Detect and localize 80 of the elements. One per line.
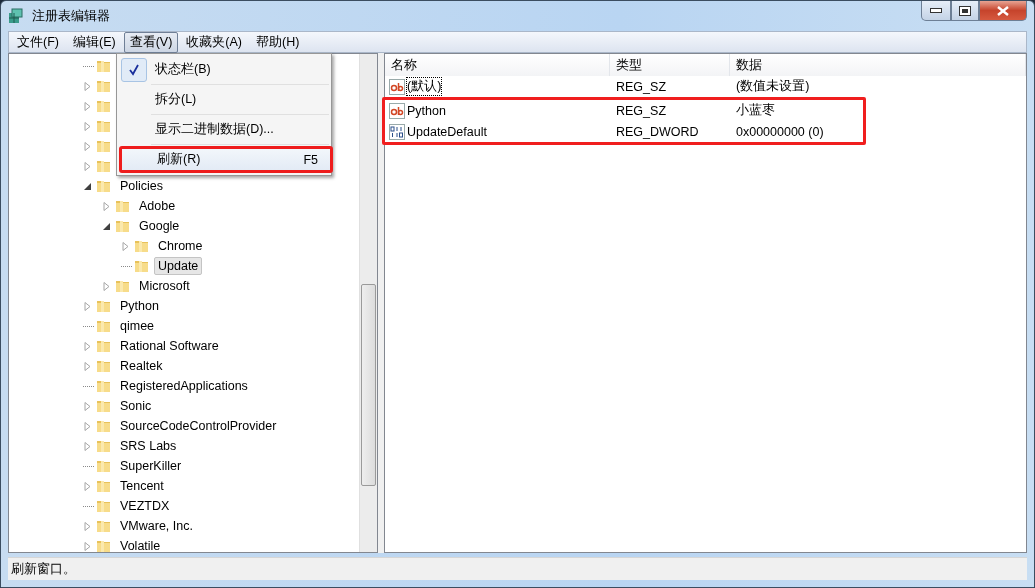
expand-arrow-icon[interactable] (83, 301, 92, 311)
expand-arrow-icon[interactable] (102, 201, 111, 211)
collapse-arrow-icon[interactable] (83, 181, 92, 191)
folder-icon (96, 338, 112, 354)
menu-option[interactable]: 显示二进制数据(D)... (119, 116, 329, 143)
value-type: REG_DWORD (615, 124, 700, 139)
menu-item[interactable]: 文件(F) (11, 31, 65, 53)
expand-arrow-icon[interactable] (83, 421, 92, 431)
folder-icon (96, 478, 112, 494)
value-data: 小蓝枣 (735, 102, 776, 119)
folder-icon (115, 198, 131, 214)
scrollbar[interactable] (359, 54, 377, 552)
expand-arrow-icon[interactable] (83, 161, 92, 171)
column-header[interactable]: 类型 (610, 54, 730, 76)
expand-arrow-icon[interactable] (83, 541, 92, 551)
minimize-icon (930, 7, 942, 14)
minimize-button[interactable] (921, 1, 951, 21)
folder-icon (96, 118, 112, 134)
folder-icon (134, 258, 150, 274)
menu-item[interactable]: 收藏夹(A) (180, 31, 248, 53)
maximize-icon (959, 5, 971, 16)
folder-icon (96, 398, 112, 414)
expand-arrow-icon[interactable] (83, 81, 92, 91)
expand-arrow-icon[interactable] (102, 281, 111, 291)
expand-arrow-icon[interactable] (83, 101, 92, 111)
binary-value-icon (389, 123, 405, 140)
menu-item[interactable]: 查看(V) (123, 31, 179, 53)
menu-item[interactable]: 帮助(H) (250, 31, 306, 53)
close-button[interactable] (979, 1, 1027, 21)
maximize-button[interactable] (951, 1, 979, 21)
menu-option[interactable]: 状态栏(B) (119, 56, 329, 83)
folder-icon (115, 278, 131, 294)
status-text: 刷新窗口。 (11, 560, 76, 578)
value-type: REG_SZ (615, 79, 667, 94)
folder-icon (96, 438, 112, 454)
registry-cubes-icon (8, 7, 26, 25)
folder-icon (96, 318, 112, 334)
expand-arrow-icon[interactable] (83, 341, 92, 351)
menu-option[interactable]: 拆分(L) (119, 86, 329, 113)
close-icon (997, 5, 1009, 16)
folder-icon (96, 538, 112, 552)
expand-arrow-icon[interactable] (83, 361, 92, 371)
expand-arrow-icon[interactable] (83, 521, 92, 531)
folder-icon (96, 498, 112, 514)
window-title: 注册表编辑器 (32, 7, 110, 25)
menu-option[interactable]: 刷新(R) F5 (119, 146, 333, 173)
string-value-icon (389, 78, 405, 95)
folder-icon (96, 178, 112, 194)
value-name[interactable]: Python (407, 103, 446, 118)
folder-icon (96, 78, 112, 94)
column-header[interactable]: 数据 (730, 54, 1026, 76)
expand-arrow-icon[interactable] (121, 241, 130, 251)
value-name[interactable]: UpdateDefault (407, 124, 487, 139)
expand-arrow-icon[interactable] (83, 141, 92, 151)
value-type: REG_SZ (615, 103, 667, 118)
folder-icon (96, 298, 112, 314)
value-name[interactable]: (默认) (407, 78, 442, 95)
folder-icon (96, 458, 112, 474)
value-data: (数值未设置) (735, 78, 811, 95)
expand-arrow-icon[interactable] (83, 401, 92, 411)
folder-icon (96, 98, 112, 114)
expand-arrow-icon[interactable] (83, 441, 92, 451)
folder-icon (115, 218, 131, 234)
column-header[interactable]: 名称 (385, 54, 610, 76)
folder-icon (96, 358, 112, 374)
folder-icon (96, 58, 112, 74)
tree-item[interactable]: Update (154, 257, 203, 275)
menu-item[interactable]: 编辑(E) (66, 31, 122, 53)
folder-icon (96, 378, 112, 394)
string-value-icon (389, 102, 405, 119)
expand-arrow-icon[interactable] (83, 481, 92, 491)
expand-arrow-icon[interactable] (83, 121, 92, 131)
folder-icon (96, 158, 112, 174)
checkmark-icon (128, 63, 140, 76)
value-data: 0x00000000 (0) (735, 124, 825, 139)
folder-icon (96, 138, 112, 154)
folder-icon (96, 418, 112, 434)
folder-icon (96, 518, 112, 534)
folder-icon (134, 238, 150, 254)
collapse-arrow-icon[interactable] (102, 221, 111, 231)
